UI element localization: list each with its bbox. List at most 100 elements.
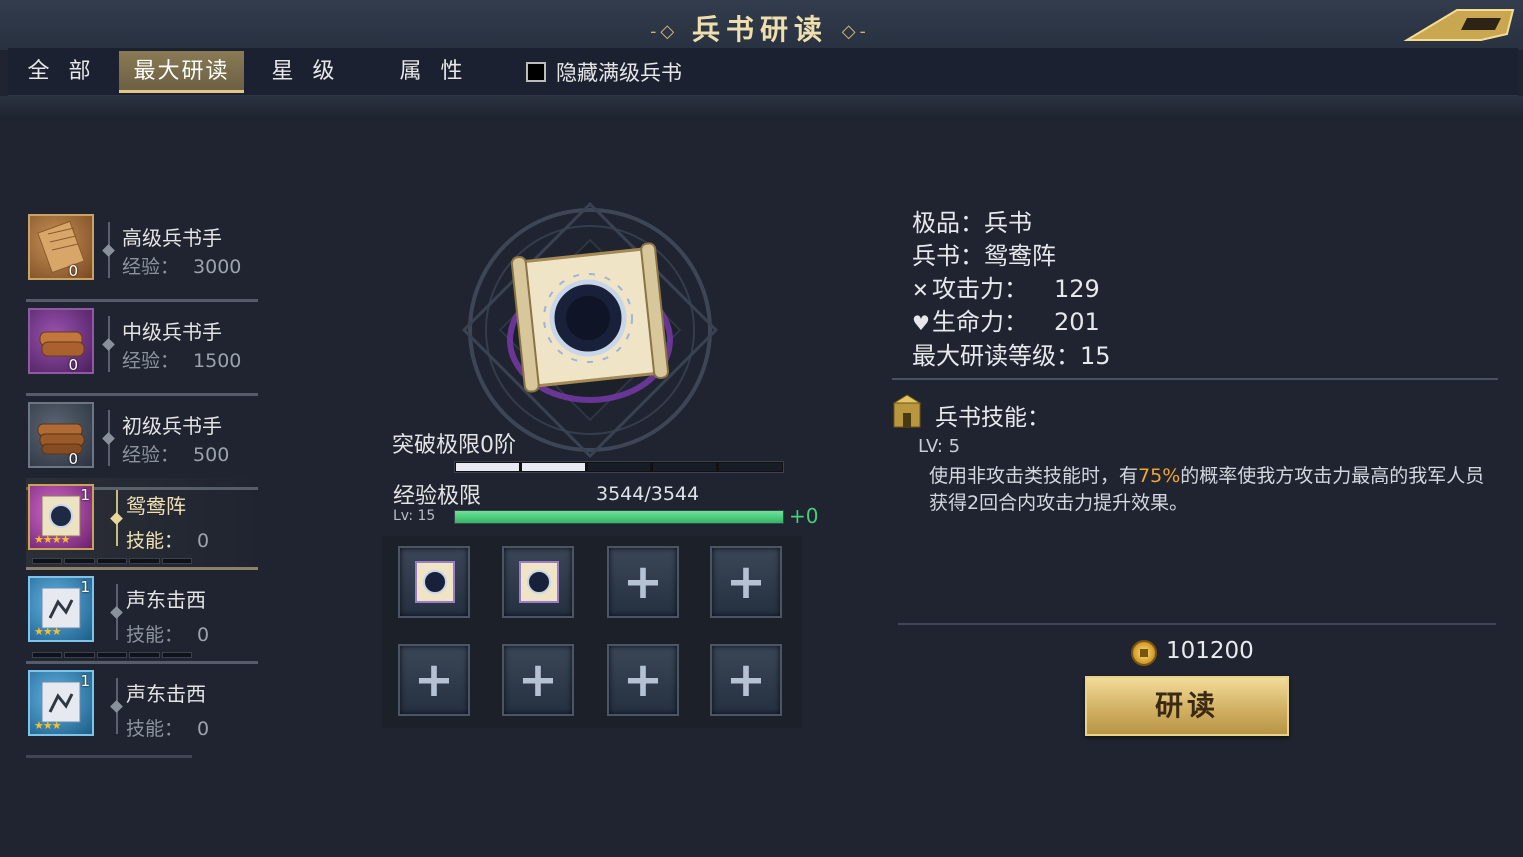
page-title-text: 兵书研读: [691, 13, 828, 46]
war-book-emblem-icon: [461, 201, 719, 459]
max-level-text: 最大研读等级：15: [912, 342, 1111, 370]
hide-full-checkbox[interactable]: [526, 62, 546, 82]
plus-icon: +: [622, 554, 664, 610]
diamond-icon: [110, 700, 123, 713]
exp-value-text: 3544/3544: [596, 483, 700, 505]
exp-progress-bar: [454, 510, 784, 524]
material-slot-add[interactable]: +: [398, 644, 470, 716]
war-book-scroll-icon: 1 ★★★: [28, 670, 94, 736]
diamond-icon: [102, 432, 115, 445]
item-sub: 技能： 0: [126, 526, 209, 553]
list-item[interactable]: 1 ★★★ 声东击西 技能： 0: [26, 666, 264, 758]
material-slot-add[interactable]: +: [710, 546, 782, 618]
item-name: 鸳鸯阵: [126, 494, 186, 518]
skill-tower-icon: [892, 394, 922, 428]
list-item[interactable]: 0 初级兵书手 经验： 500: [26, 398, 264, 490]
item-count: 1: [80, 486, 90, 504]
list-item[interactable]: 1 ★★★ 声东击西 技能： 0: [26, 572, 264, 664]
cost-divider: [898, 623, 1496, 625]
hide-full-level-toggle[interactable]: 隐藏满级兵书: [526, 58, 682, 86]
star-rating-icon: ★★★: [34, 625, 62, 638]
item-sub-value: 1500: [193, 350, 242, 372]
item-name: 声东击西: [126, 682, 206, 706]
hp-row: ♥生命力： 201: [912, 302, 1100, 337]
hp-value: 201: [1054, 308, 1100, 336]
item-underline: [26, 299, 258, 302]
plus-icon: +: [517, 652, 559, 708]
copper-coin-icon: [1131, 640, 1157, 666]
item-name: 高级兵书手: [122, 226, 222, 250]
material-slot-filled[interactable]: [398, 546, 470, 618]
war-book-scroll-icon: [415, 561, 455, 603]
star-rating-icon: ★★★: [34, 719, 62, 732]
tab-max-study[interactable]: 最大研读: [119, 51, 244, 93]
item-sub-value: 0: [197, 624, 210, 646]
skill-title: 兵书技能：: [935, 405, 1050, 431]
tab-bar-shadow: [0, 96, 1523, 118]
item-name: 声东击西: [126, 588, 206, 612]
diamond-icon: [110, 606, 123, 619]
item-count: 0: [68, 450, 78, 468]
scroll-bundle-icon: 0: [28, 402, 94, 468]
item-count: 1: [80, 672, 90, 690]
material-slot-add[interactable]: +: [710, 644, 782, 716]
item-sub-value: 3000: [193, 256, 242, 278]
material-slot-filled[interactable]: [502, 546, 574, 618]
item-underline: [26, 393, 258, 396]
item-count: 0: [68, 356, 78, 374]
filter-tab-bar: 全 部 最大研读 星 级 属 性 隐藏满级兵书: [8, 48, 1518, 96]
list-item[interactable]: 0 高级兵书手 经验： 3000: [26, 210, 264, 302]
tab-attribute[interactable]: 属 性: [386, 51, 482, 93]
material-slot-add[interactable]: +: [607, 644, 679, 716]
material-slot-grid: + + + + + +: [382, 536, 802, 728]
item-underline: [26, 567, 258, 570]
item-underline: [26, 661, 258, 664]
title-left-ornament-icon: -◇: [650, 21, 679, 42]
item-sub: 经验： 500: [122, 440, 229, 467]
item-sub-label: 经验：: [122, 350, 180, 372]
hide-full-label: 隐藏满级兵书: [556, 61, 682, 85]
item-sub-label: 技能：: [126, 624, 184, 646]
info-divider: [892, 378, 1498, 380]
list-item-selected[interactable]: 1 ★★★★ 鸳鸯阵 技能： 0: [26, 478, 264, 570]
material-slot-add[interactable]: +: [607, 546, 679, 618]
item-sub-label: 经验：: [122, 444, 180, 466]
item-count: 0: [68, 262, 78, 280]
item-sub: 技能： 0: [126, 620, 209, 647]
star-rating-icon: ★★★★: [34, 533, 70, 546]
break-limit-label: 突破极限0阶: [392, 433, 516, 458]
diamond-icon: [102, 244, 115, 257]
tab-star[interactable]: 星 级: [258, 51, 354, 93]
plus-icon: +: [725, 554, 767, 610]
material-slot-add[interactable]: +: [502, 644, 574, 716]
crossed-swords-icon: ✕: [912, 278, 929, 302]
title-right-ornament-icon: ◇-: [841, 21, 870, 42]
item-sub: 经验： 3000: [122, 252, 241, 279]
heart-icon: ♥: [912, 311, 930, 335]
plus-icon: +: [413, 652, 455, 708]
page-title: -◇ 兵书研读 ◇-: [620, 8, 900, 48]
war-book-scroll-icon: [519, 561, 559, 603]
tab-all[interactable]: 全 部: [14, 51, 110, 93]
item-underline: [26, 755, 192, 758]
plus-icon: +: [622, 652, 664, 708]
skill-description: 使用非攻击类技能时，有75%的概率使我方攻击力最高的我军人员获得2回合内攻击力提…: [929, 463, 1494, 517]
diamond-icon: [110, 512, 123, 525]
item-sub-value: 0: [197, 718, 210, 740]
study-button[interactable]: 研读: [1085, 676, 1289, 736]
cost-amount: 101200: [1166, 638, 1254, 664]
hp-label: 生命力：: [932, 308, 1028, 336]
list-item[interactable]: 0 中级兵书手 经验： 1500: [26, 304, 264, 396]
skill-desc-highlight: 75%: [1138, 465, 1181, 487]
top-bar: -◇ 兵书研读 ◇-: [0, 0, 1523, 50]
scroll-bundle-icon: 0: [28, 214, 94, 280]
item-sub-label: 技能：: [126, 530, 184, 552]
back-button[interactable]: [1397, 4, 1517, 44]
diamond-icon: [102, 338, 115, 351]
exp-limit-label: 经验极限: [393, 484, 482, 509]
quality-text: 极品：兵书: [912, 209, 1032, 237]
item-name: 初级兵书手: [122, 414, 222, 438]
item-sub: 技能： 0: [126, 714, 209, 741]
item-sub: 经验： 1500: [122, 346, 241, 373]
item-sub-label: 经验：: [122, 256, 180, 278]
